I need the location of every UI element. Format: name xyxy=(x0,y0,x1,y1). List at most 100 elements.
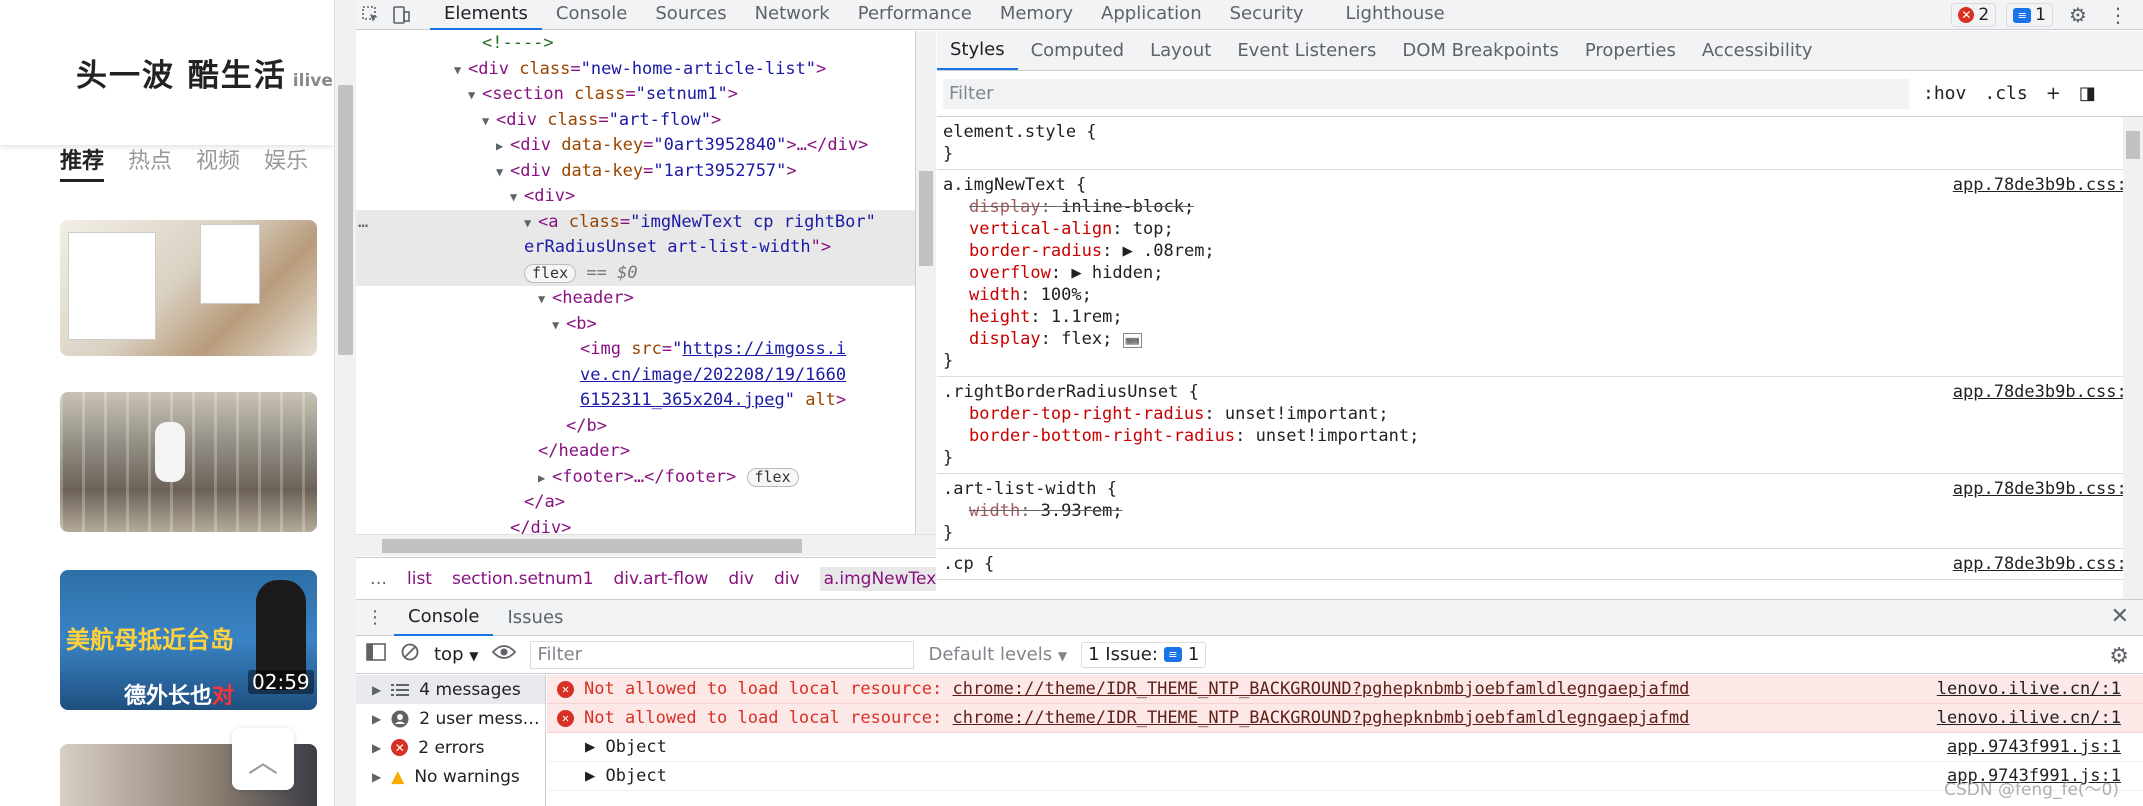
live-expression-eye-icon[interactable] xyxy=(492,644,517,665)
expand-toggle-icon[interactable]: ▼ xyxy=(510,185,524,211)
elements-vscrollbar[interactable] xyxy=(916,31,936,534)
nav-tab-hot[interactable]: 热点 xyxy=(128,143,172,182)
dom-node-line[interactable]: </b> xyxy=(356,414,915,440)
resource-link[interactable]: chrome://theme/IDR_THEME_NTP_BACKGROUND?… xyxy=(952,708,1689,728)
expand-toggle-icon[interactable]: ▼ xyxy=(482,109,496,135)
expand-toggle-icon[interactable]: ▶ xyxy=(372,712,381,726)
tab-console[interactable]: Console xyxy=(542,0,641,30)
dom-node-line[interactable]: … ▼ <a class="imgNewText cp rightBor" xyxy=(356,209,915,237)
tab-computed[interactable]: Computed xyxy=(1018,31,1138,70)
console-message[interactable]: ▶ Object app.9743f991.js:1 xyxy=(547,762,2143,791)
tab-network[interactable]: Network xyxy=(741,0,844,30)
expand-toggle-icon[interactable]: ▼ xyxy=(552,313,566,339)
breadcrumb-item[interactable]: div xyxy=(774,569,800,589)
console-sidebar-item[interactable]: ▶ ✕ 2 errors xyxy=(356,733,545,762)
tab-console-drawer[interactable]: Console xyxy=(394,600,494,636)
scroll-top-button[interactable]: ︿ xyxy=(232,728,294,790)
article-thumbnail[interactable] xyxy=(60,220,317,356)
console-sidebar-item[interactable]: ▶ 2 user mess… xyxy=(356,704,545,733)
elements-hscrollbar[interactable] xyxy=(356,534,936,556)
tab-security[interactable]: Security xyxy=(1216,0,1318,30)
dom-node-line[interactable]: 6152311_365x204.jpeg" alt> xyxy=(356,388,915,414)
dom-node-line[interactable]: ▼ <header> xyxy=(356,286,915,313)
scrollbar-thumb[interactable] xyxy=(382,539,802,553)
css-declaration[interactable]: height: 1.1rem; xyxy=(943,306,2137,328)
expand-toggle-icon[interactable]: ▼ xyxy=(496,160,510,186)
error-count-badge[interactable]: ✕ 2 xyxy=(1951,3,1997,27)
stylesheet-link[interactable]: app.78de3b9b.css:1 xyxy=(1953,381,2137,403)
tab-properties[interactable]: Properties xyxy=(1572,31,1689,70)
toggle-sidebar-icon[interactable] xyxy=(366,643,386,666)
close-icon[interactable]: ✕ xyxy=(2111,604,2129,629)
scrollbar-thumb[interactable] xyxy=(919,171,933,266)
flex-badge[interactable]: flex xyxy=(524,263,577,283)
dom-node-line[interactable]: </div> xyxy=(356,516,915,535)
tab-dom-breakpoints[interactable]: DOM Breakpoints xyxy=(1389,31,1571,70)
flexbox-editor-icon[interactable]: ▦▦ xyxy=(1122,333,1142,348)
expand-toggle-icon[interactable]: ▼ xyxy=(538,287,552,313)
dom-node-line[interactable]: <!----> xyxy=(356,31,915,57)
expand-toggle-icon[interactable]: ▶ xyxy=(372,741,381,755)
video-thumbnail[interactable]: 美航母抵近台岛 德外长也对 02:59 xyxy=(60,570,317,710)
breadcrumb-item[interactable]: div xyxy=(728,569,754,589)
dom-node-line[interactable]: ▼ <div class="art-flow"> xyxy=(356,108,915,135)
console-sidebar-item[interactable]: ▶ ▲ No warnings xyxy=(356,762,545,791)
dom-node-line[interactable]: ▼ <div> xyxy=(356,184,915,211)
expand-toggle-icon[interactable]: ▶ xyxy=(372,770,381,784)
drawer-menu-icon[interactable]: ⋮ xyxy=(356,601,394,635)
message-count-badge[interactable]: ≡ 1 xyxy=(2006,3,2053,27)
scrollbar-thumb[interactable] xyxy=(338,85,353,355)
nav-tab-recommend[interactable]: 推荐 xyxy=(60,143,105,182)
stylesheet-link[interactable]: app.78de3b9b.css:1 xyxy=(1953,553,2137,575)
article-thumbnail[interactable] xyxy=(60,392,317,532)
css-declaration[interactable]: width: 100%; xyxy=(943,284,2137,306)
stylesheet-link[interactable]: app.78de3b9b.css:1 xyxy=(1953,174,2137,196)
style-rule[interactable]: .art-list-width {app.78de3b9b.css:1 width… xyxy=(937,474,2143,549)
expand-toggle-icon[interactable]: ▶ xyxy=(372,683,381,697)
issues-counter-button[interactable]: 1 Issue: ≡ 1 xyxy=(1081,641,1207,668)
tab-elements[interactable]: Elements xyxy=(430,0,542,30)
settings-gear-icon[interactable]: ⚙ xyxy=(2063,0,2093,30)
tab-memory[interactable]: Memory xyxy=(986,0,1087,30)
object-expander[interactable]: ▶ Object xyxy=(557,737,667,757)
cls-toggle[interactable]: .cls xyxy=(1984,83,2027,104)
breadcrumb-ellipsis[interactable]: … xyxy=(370,569,387,589)
dom-node-line[interactable]: </header> xyxy=(356,439,915,465)
expand-toggle-icon[interactable]: ▶ xyxy=(496,134,510,160)
expand-toggle-icon[interactable]: ▶ xyxy=(538,466,552,492)
message-source-link[interactable]: lenovo.ilive.cn/:1 xyxy=(1937,708,2121,728)
nav-tab-video[interactable]: 视频 xyxy=(196,143,240,182)
dom-node-line[interactable]: ve.cn/image/202208/19/1660 xyxy=(356,363,915,389)
more-options-icon[interactable]: ⋮ xyxy=(2103,0,2133,30)
expand-toggle-icon[interactable]: ▼ xyxy=(468,83,482,109)
style-rule[interactable]: a.imgNewText {app.78de3b9b.css:1 display:… xyxy=(937,170,2143,377)
tab-performance[interactable]: Performance xyxy=(844,0,986,30)
css-declaration[interactable]: vertical-align: top; xyxy=(943,218,2137,240)
tab-styles[interactable]: Styles xyxy=(937,31,1018,70)
tab-layout[interactable]: Layout xyxy=(1137,31,1224,70)
tab-lighthouse[interactable]: Lighthouse xyxy=(1332,0,1459,30)
scrollbar-thumb[interactable] xyxy=(2126,131,2140,159)
expand-toggle-icon[interactable]: ▼ xyxy=(524,211,538,237)
hov-toggle[interactable]: :hov xyxy=(1923,83,1966,104)
site-logo[interactable]: 头一波 酷生活ilive.c xyxy=(76,50,334,95)
console-settings-gear-icon[interactable]: ⚙ xyxy=(2109,644,2129,669)
css-declaration[interactable]: width: 3.93rem; xyxy=(943,500,2137,522)
css-declaration[interactable]: display: inline-block; xyxy=(943,196,2137,218)
console-message[interactable]: ▶ Object app.9743f991.js:1 xyxy=(547,733,2143,762)
css-declaration[interactable]: display: flex; ▦▦ xyxy=(943,328,2137,350)
console-message[interactable]: ✕ Not allowed to load local resource: chr… xyxy=(547,675,2143,704)
log-levels-dropdown[interactable]: Default levels ▼ xyxy=(928,644,1067,665)
css-declaration[interactable]: border-radius: ▶ .08rem; xyxy=(943,240,2137,262)
console-filter-input[interactable]: Filter xyxy=(530,640,915,669)
console-message[interactable]: ✕ Not allowed to load local resource: chr… xyxy=(547,704,2143,733)
dom-node-line[interactable]: ▼ <div class="new-home-article-list"> xyxy=(356,57,915,83)
nav-tab-ent[interactable]: 娱乐 xyxy=(264,143,308,182)
resource-link[interactable]: chrome://theme/IDR_THEME_NTP_BACKGROUND?… xyxy=(952,679,1689,699)
tab-accessibility[interactable]: Accessibility xyxy=(1689,31,1826,70)
tab-sources[interactable]: Sources xyxy=(641,0,740,30)
dom-node-line[interactable]: ▼ <b> xyxy=(356,312,915,339)
context-select[interactable]: top ▼ xyxy=(434,644,478,665)
dom-node-line[interactable]: flex == $0 xyxy=(356,260,915,286)
dom-node-line[interactable]: ▼ <div data-key="1art3952757"> xyxy=(356,159,915,186)
